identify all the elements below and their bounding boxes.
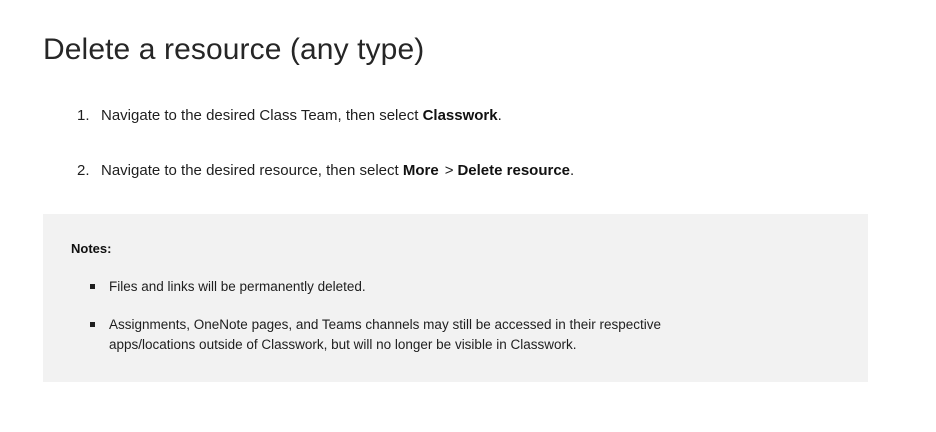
classwork-label: Classwork <box>422 107 498 124</box>
step-text: Navigate to the desired Class Team, then… <box>101 107 423 124</box>
step-number: 1. <box>77 107 90 124</box>
note-item: Files and links will be permanently dele… <box>90 277 749 297</box>
page-title: Delete a resource (any type) <box>43 33 425 66</box>
note-text: Assignments, OneNote pages, and Teams ch… <box>109 317 662 352</box>
delete-resource-label: Delete resource <box>457 162 571 179</box>
step-punctuation: . <box>570 162 575 179</box>
notes-callout: Notes: Files and links will be permanent… <box>43 214 868 382</box>
step-item: 1. Navigate to the desired Class Team, th… <box>77 106 502 126</box>
step-number: 2. <box>77 162 90 179</box>
more-label: More <box>402 162 439 179</box>
bullet-icon <box>90 322 95 327</box>
note-item: Assignments, OneNote pages, and Teams ch… <box>90 315 749 355</box>
menu-separator: > <box>444 162 454 179</box>
step-punctuation: . <box>497 107 502 124</box>
notes-heading: Notes: <box>71 241 112 256</box>
step-text: Navigate to the desired resource, then s… <box>101 162 403 179</box>
bullet-icon <box>90 284 95 289</box>
note-text: Files and links will be permanently dele… <box>109 279 366 294</box>
step-item: 2. Navigate to the desired resource, then… <box>77 161 574 181</box>
